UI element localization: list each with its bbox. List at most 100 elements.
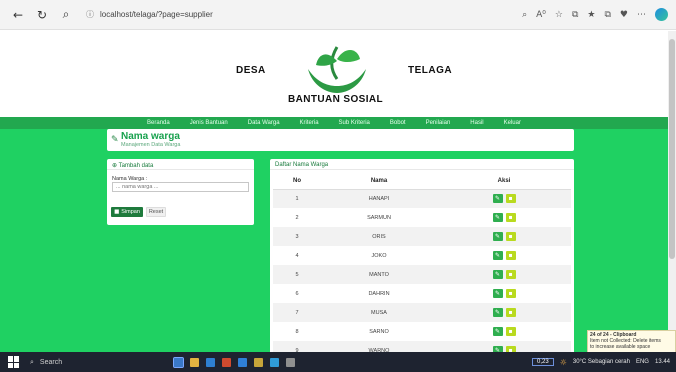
edit-icon[interactable]: ✎ [492,251,503,260]
menu-item-data-warga[interactable]: Data Warga [248,120,280,126]
scrollbar-thumb[interactable] [669,39,675,259]
table-row: 6 DAHRIN ✎ ▪ [273,284,571,303]
menu-item-bobot[interactable]: Bobot [390,120,406,126]
page-title: Nama warga [121,131,180,142]
browser-toolbar-icon[interactable]: ⧉ [604,10,610,20]
edit-icon[interactable]: ✎ [492,308,503,317]
row-actions: ✎ ▪ [437,284,571,303]
clock[interactable]: 13.44 [655,359,670,365]
taskbar-app-icon[interactable] [173,356,184,368]
edge-icon[interactable] [655,8,668,21]
row-number: 7 [273,303,321,322]
taskbar-app-icon[interactable] [270,357,279,367]
delete-icon[interactable]: ▪ [505,232,516,241]
column-header-aksi: Aksi [437,173,571,190]
header-right-text: TELAGA [408,65,453,76]
edit-icon[interactable]: ✎ [492,232,503,241]
language-indicator[interactable]: ENG [636,359,649,365]
header-left-text: DESA [236,65,266,76]
browser-toolbar-icon[interactable]: A⁰ [536,10,546,20]
browser-toolbar-icon[interactable]: ♥ [620,10,628,20]
row-nama: DAHRIN [368,290,390,297]
page-subtitle: Manajemen Data Warga [121,142,181,148]
menu-item-jenis-bantuan[interactable]: Jenis Bantuan [190,120,228,126]
edit-icon[interactable]: ✎ [492,289,503,298]
row-number: 3 [273,227,321,246]
column-header-nama: Nama [321,173,437,190]
edit-icon[interactable]: ✎ [492,327,503,336]
edit-icon[interactable]: ✎ [492,270,503,279]
menu-item-hasil[interactable]: Hasil [470,120,483,126]
row-number: 6 [295,290,299,297]
taskbar-app-icon[interactable] [254,357,263,367]
row-nama: WARNO [321,341,437,352]
row-nama: MUSA [321,303,437,322]
table-row: 8 SARNO ✎ ▪ [273,322,571,341]
save-button[interactable]: ■ Simpan [111,207,143,217]
page-scrollbar[interactable] [668,31,676,352]
menu-item-penilaian[interactable]: Penilaian [426,120,451,126]
address-bar[interactable]: ⓘ localhost/telaga/?page=supplier [86,6,496,24]
nama-warga-input[interactable] [112,182,249,192]
list-header: Daftar Nama Warga [270,159,574,170]
menu-item-sub-kriteria[interactable]: Sub Kriteria [339,120,370,126]
row-nama: JOKO [371,252,387,259]
edit-icon[interactable]: ✎ [492,194,503,204]
delete-icon[interactable]: ▪ [505,289,516,298]
row-actions: ✎ ▪ [437,246,571,265]
search-icon[interactable]: ⌕ [56,5,76,25]
table-row: 4 JOKO ✎ ▪ [273,246,571,265]
delete-icon[interactable]: ▪ [505,194,516,204]
taskbar-search-label: Search [39,358,63,366]
taskbar-app-icon[interactable] [206,357,215,367]
taskbar-badge[interactable]: 0,23 [532,358,554,366]
taskbar-app-icon[interactable] [222,357,231,367]
row-nama: ORIS [321,227,437,246]
table-header-row: No Nama Aksi [273,173,571,190]
site-header: DESA TELAGA BANTUAN SOSIAL [0,31,668,117]
screen: ← ↻ ⌕ ⓘ localhost/telaga/?page=supplier … [0,0,676,372]
plus-circle-icon: ⊕ [112,163,118,169]
address-url[interactable]: localhost/telaga/?page=supplier [100,10,213,19]
main-menu: Beranda Jenis Bantuan Data Warga Kriteria Su… [0,117,668,129]
warga-table: No Nama Aksi 1 HANAPI ✎ ▪ 2 SARMUN ✎ ▪ 3 ORIS ✎ ▪ 4 J… [273,173,571,352]
row-actions: ✎ ▪ [437,208,571,227]
taskbar-app-icon[interactable] [286,357,295,367]
edit-icon[interactable]: ✎ [492,213,503,222]
menu-item-beranda[interactable]: Beranda [147,120,170,126]
browser-toolbar: ← ↻ ⌕ ⓘ localhost/telaga/?page=supplier … [0,0,676,30]
row-actions: ✎ ▪ [437,303,571,322]
row-number: 5 [273,265,321,284]
info-icon[interactable]: ⓘ [86,9,94,20]
browser-toolbar-icons: ⌕ A⁰ ☆ ⧉ ★ ⧉ ♥ ⋯ [522,8,668,21]
windows-start-icon[interactable] [8,356,20,368]
menu-item-kriteria[interactable]: Kriteria [300,120,319,126]
weather-text[interactable]: 30°C Sebagian cerah [573,359,630,365]
delete-icon[interactable]: ▪ [505,213,516,222]
menu-item-keluar[interactable]: Keluar [504,120,521,126]
row-actions: ✎ ▪ [437,189,571,208]
table-row: 7 MUSA ✎ ▪ [273,303,571,322]
page-title-panel: ✎ Nama warga Manajemen Data Warga [107,129,574,151]
browser-toolbar-icon[interactable]: ⌕ [522,10,527,20]
delete-icon[interactable]: ▪ [505,251,516,260]
warga-list-panel: Daftar Nama Warga No Nama Aksi 1 HANAPI ✎ ▪… [270,159,574,352]
delete-icon[interactable]: ▪ [505,327,516,336]
refresh-icon[interactable]: ↻ [32,5,52,25]
browser-toolbar-icon[interactable]: ⧉ [572,10,578,20]
taskbar-app-icon[interactable] [190,357,199,367]
taskbar-app-icon[interactable] [238,357,247,367]
system-tray: 0,23 ☼ 30°C Sebagian cerah ENG 13.44 [532,358,676,367]
reset-button[interactable]: Reset [146,207,166,217]
site-subtitle: BANTUAN SOSIAL [288,94,384,105]
clipboard-notification[interactable]: 24 of 24 - Clipboard Item not Collected:… [587,330,676,353]
browser-toolbar-icon[interactable]: ★ [587,10,595,20]
table-row: 5 MANTO ✎ ▪ [273,265,571,284]
taskbar: ⌕ Search 0,23 ☼ 30°C Sebagian cerah ENG … [0,352,676,372]
delete-icon[interactable]: ▪ [505,308,516,317]
browser-toolbar-icon[interactable]: ⋯ [637,10,646,20]
browser-toolbar-icon[interactable]: ☆ [555,10,563,20]
taskbar-search[interactable]: ⌕ Search [30,355,140,369]
back-icon[interactable]: ← [8,5,28,25]
delete-icon[interactable]: ▪ [505,270,516,279]
